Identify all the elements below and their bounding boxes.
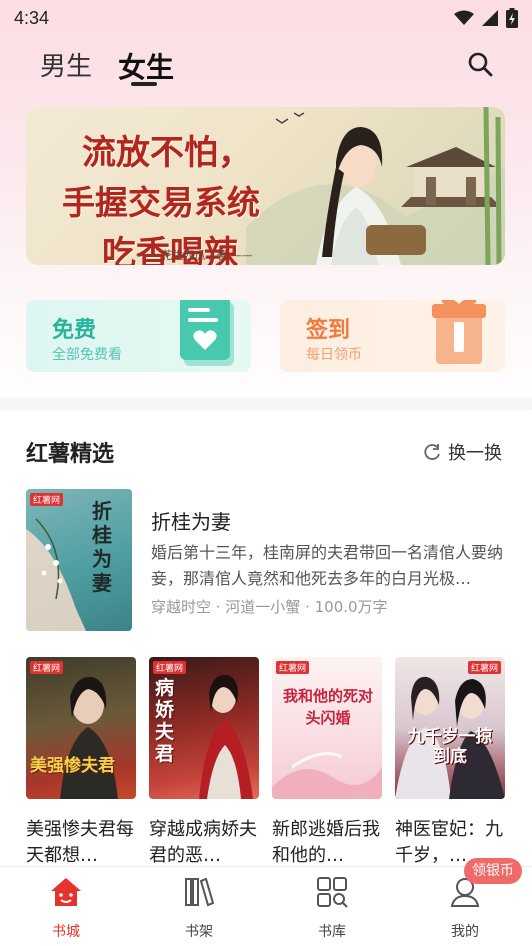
featured-book-title[interactable]: 折桂为妻 [151,506,231,535]
nav-item-bookshelf[interactable]: 书架 [154,875,244,941]
book-title: 新郎逃婚后我和他的… [272,819,380,866]
nav-item-profile[interactable]: 我的 [420,875,510,941]
search-icon[interactable] [466,50,494,78]
nav-label-bookstore: 书城 [52,924,80,940]
book-card[interactable]: 红薯网 九千岁一掠到底 神医宦妃：九千岁，… [395,657,505,869]
status-bar: 4:34 [0,0,532,36]
nav-item-bookstore[interactable]: 书城 [21,875,111,941]
sign-card-title: 签到 [306,318,351,343]
coin-reward-badge[interactable]: 领银币 [464,858,522,884]
book-cover: 红薯网 我和他的死对头闪婚 [272,657,382,799]
book-heart-icon [180,300,234,366]
book-card[interactable]: 红薯网 美强惨夫君 美强惨夫君每天都想… [26,657,136,869]
nav-label-profile: 我的 [451,924,479,940]
refresh-label: 换一换 [448,443,502,464]
book-card[interactable]: 红薯网 病娇夫君 穿越成病娇夫君的恶… [149,657,259,869]
wifi-icon [454,10,474,25]
promo-banner[interactable]: 流放不怕， 手握交易系统 吃香喝辣 —— 花生西瓜 / 著 —— [26,107,505,265]
section-divider [0,398,532,410]
section-title: 红薯精选 [26,442,115,467]
banner-title-line-2: 手握交易系统 [62,183,260,222]
home-icon [51,878,81,906]
sign-in-card[interactable]: 签到 每日领币 [280,300,505,372]
featured-cover-logo: 红薯网 [30,493,64,506]
battery-icon [506,8,518,28]
status-time: 4:34 [14,7,50,28]
book-title: 穿越成病娇夫君的恶… [149,819,257,866]
cover-title: 我和他的死对头闪婚 [282,687,373,727]
nav-label-bookshelf: 书架 [185,924,213,940]
library-icon [317,877,348,908]
book-cover: 红薯网 美强惨夫君 [26,657,136,799]
sign-card-subtitle: 每日领币 [306,347,362,363]
free-books-card[interactable]: 免费 全部免费看 [26,300,251,372]
cover-title: 美强惨夫君 [30,756,115,776]
top-header: 男生 女生 [0,40,532,92]
signal-icon [482,10,498,26]
gift-icon [432,300,486,364]
book-title: 美强惨夫君每天都想… [26,819,134,866]
bookshelf-icon [185,877,215,907]
nav-item-library[interactable]: 书库 [287,875,377,941]
cover-title: 病娇夫君 [155,677,175,765]
cover-title: 九千岁一掠到底 [407,727,493,767]
refresh-button[interactable]: 换一换 [422,439,502,465]
bottom-navigation: 书城 书架 书库 我的 [0,866,532,946]
banner-author: —— 花生西瓜 / 著 —— [136,249,253,262]
refresh-icon [424,444,440,460]
tab-female[interactable]: 女生 [118,46,174,86]
free-card-subtitle: 全部免费看 [52,347,122,363]
banner-title-line-1: 流放不怕， [82,133,252,173]
featured-book-cover[interactable]: 红薯网 折桂为妻 [26,489,132,631]
tab-male[interactable]: 男生 [40,46,92,83]
banner-title: 流放不怕， 手握交易系统 吃香喝辣 [62,125,302,265]
featured-book-description: 婚后第十三年，桂南屏的夫君带回一名清倌人要纳妾，那清倌人竟然和他死去多年的白月光… [151,543,504,588]
free-card-title: 免费 [52,318,97,343]
book-card[interactable]: 红薯网 我和他的死对头闪婚 新郎逃婚后我和他的… [272,657,382,869]
cover-art [60,676,118,799]
featured-book-meta: 穿越时空 · 河道一小蟹 · 100.0万字 [151,598,388,616]
featured-cover-art [26,518,86,631]
nav-label-library: 书库 [318,924,346,940]
status-icons [454,8,518,28]
featured-cover-title: 折桂为妻 [92,499,112,595]
book-cover: 红薯网 病娇夫君 [149,657,259,799]
book-cover: 红薯网 九千岁一掠到底 [395,657,505,799]
active-tab-indicator [131,82,157,86]
